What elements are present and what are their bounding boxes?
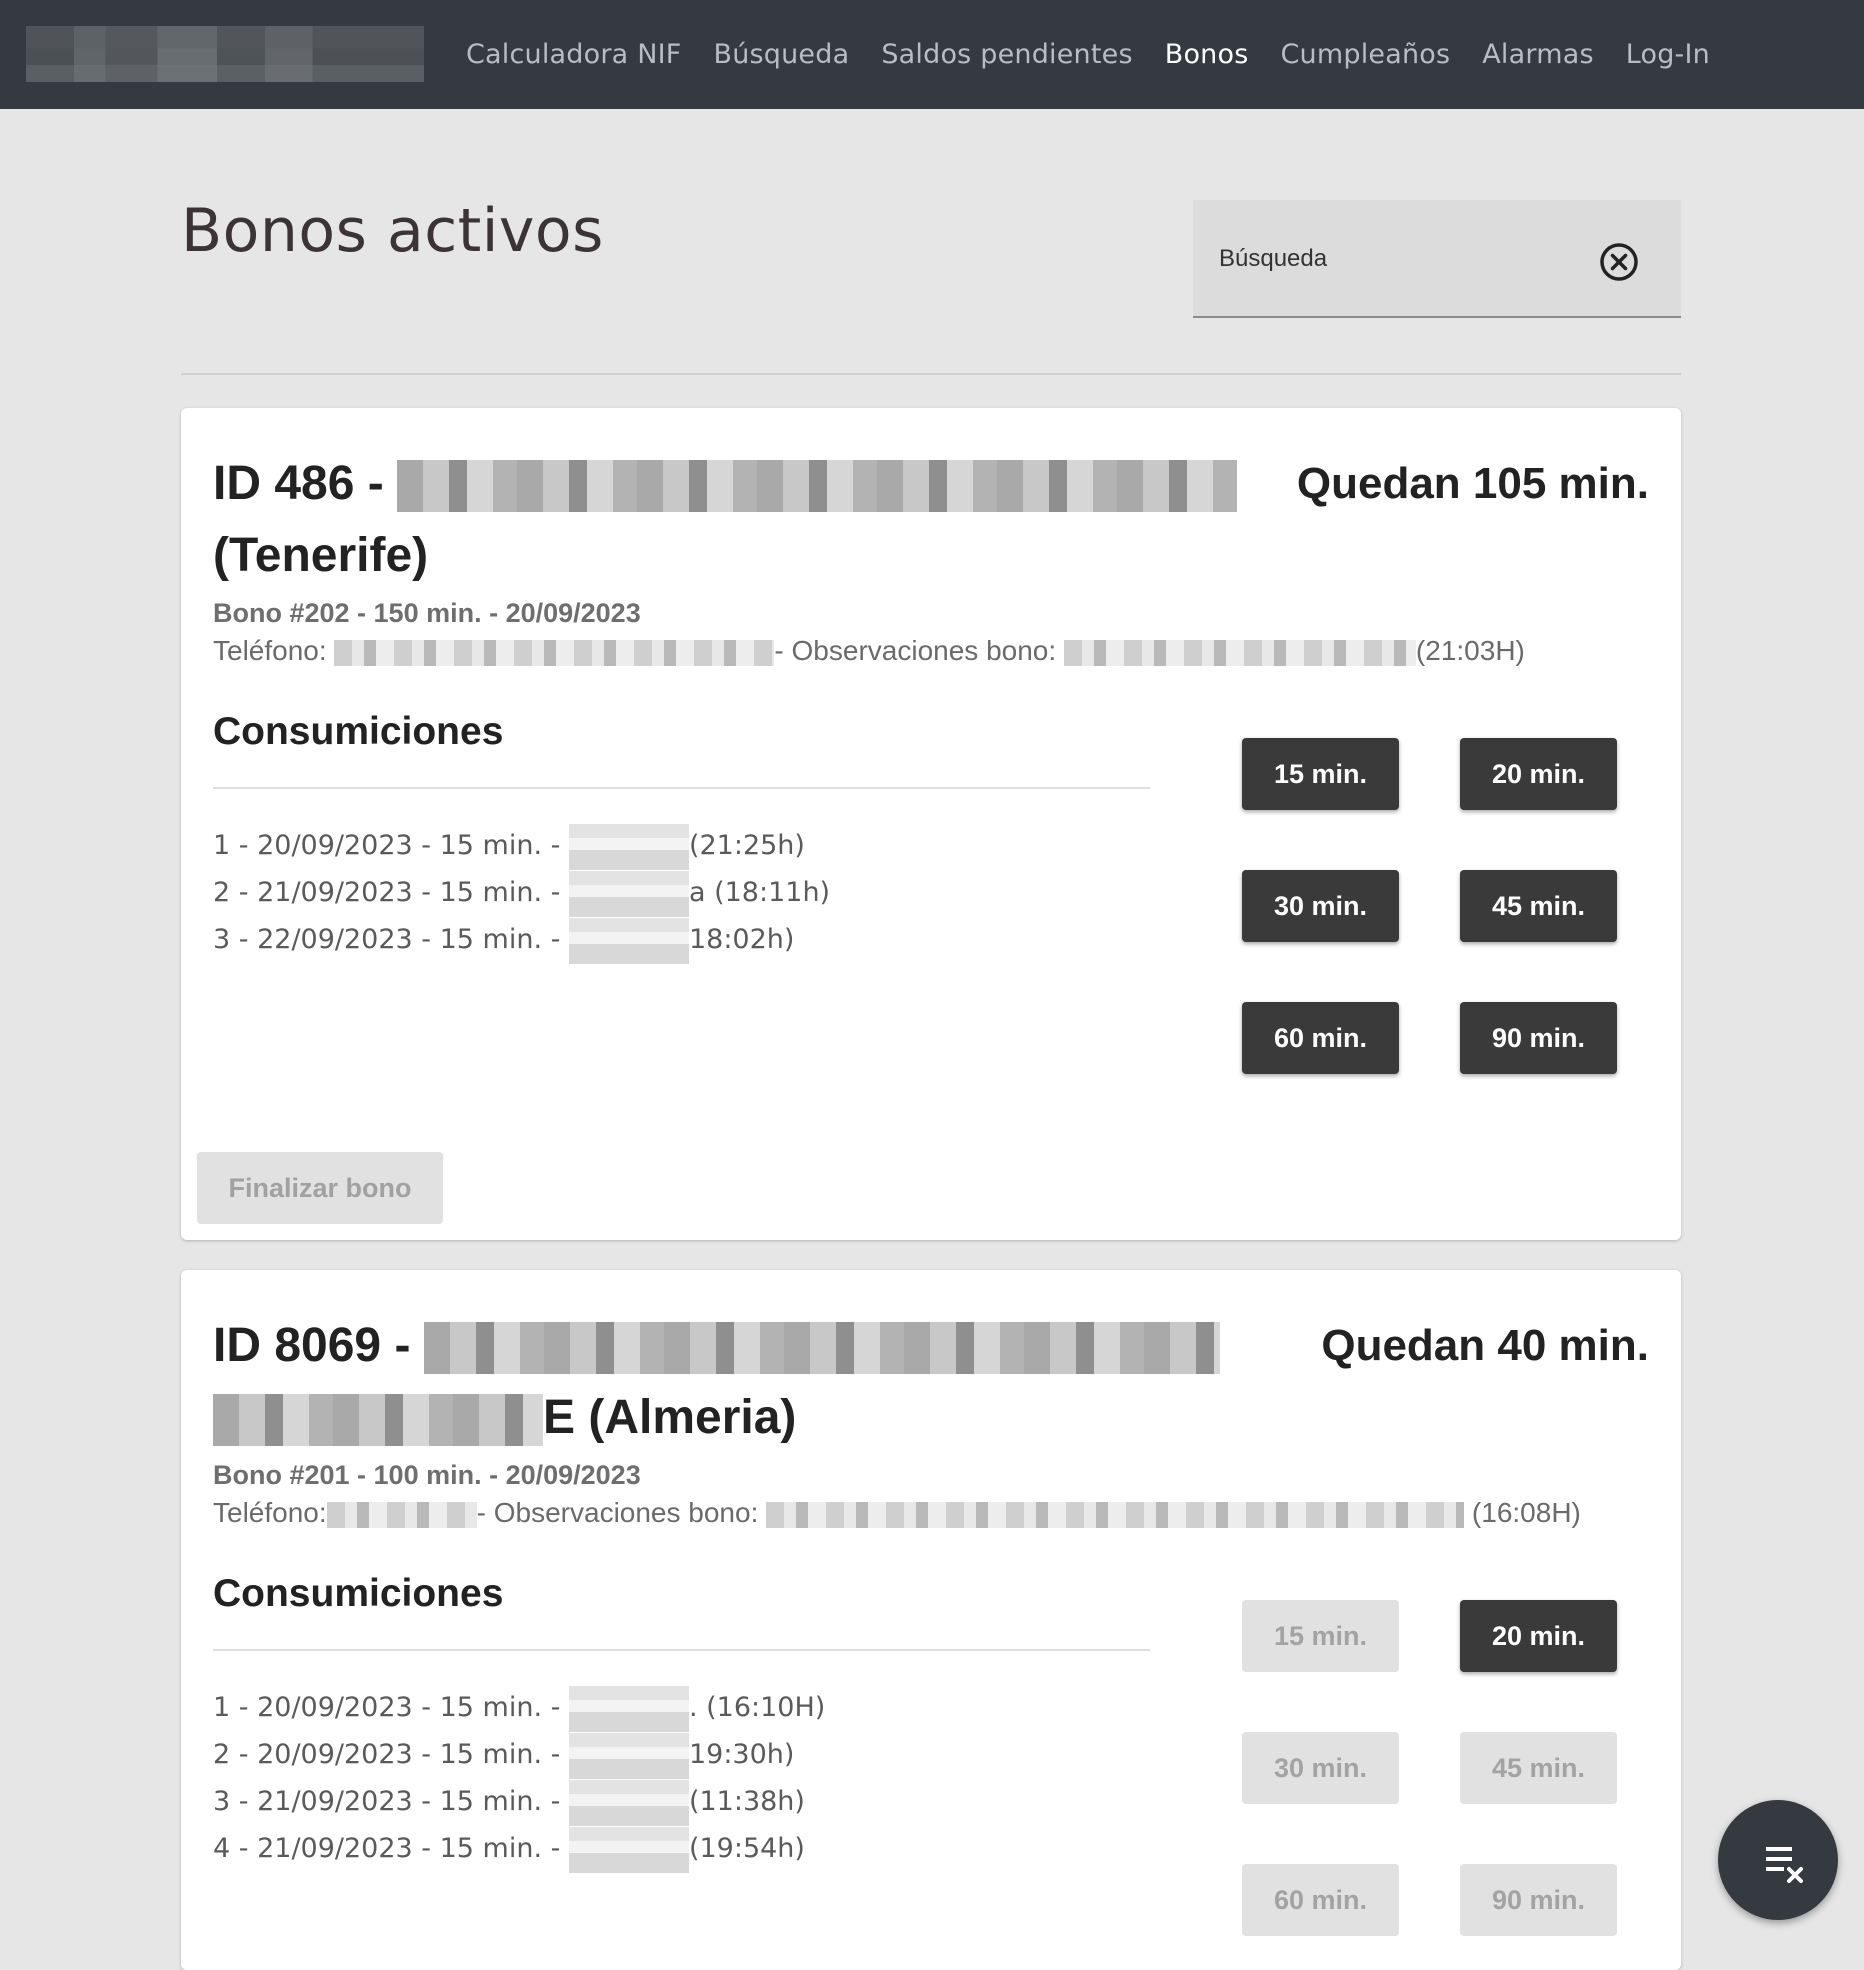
page-title: Bonos activos xyxy=(181,196,604,266)
redacted-phone xyxy=(334,639,775,666)
add-45-min-button[interactable]: 45 min. xyxy=(1460,870,1617,942)
redacted-observations xyxy=(766,1501,1465,1528)
observations-label: - Observaciones bono: xyxy=(476,1497,759,1528)
nav-item-alarmas[interactable]: Alarmas xyxy=(1482,39,1593,70)
observations-label: - Observaciones bono: xyxy=(774,635,1057,666)
phone-label: Teléfono: xyxy=(213,1497,327,1528)
consumption-item: 1 - 20/09/2023 - 15 min. - . (16:10H) xyxy=(213,1684,825,1732)
redacted-name xyxy=(397,460,1238,513)
client-id: ID 8069 - xyxy=(213,1319,411,1372)
add-60-min-button[interactable]: 60 min. xyxy=(1242,1864,1399,1936)
consumption-item: 3 - 21/09/2023 - 15 min. - (11:38h) xyxy=(213,1778,825,1826)
nav-item-cumpleanos[interactable]: Cumpleaños xyxy=(1280,39,1450,70)
remaining-minutes: Quedan 40 min. xyxy=(1321,1321,1649,1370)
consumptions-heading: Consumiciones xyxy=(213,710,504,753)
add-45-min-button[interactable]: 45 min. xyxy=(1460,1732,1617,1804)
consumption-item: 4 - 21/09/2023 - 15 min. - (19:54h) xyxy=(213,1825,825,1873)
client-location: E (Almeria) xyxy=(543,1391,797,1444)
client-id: ID 486 - xyxy=(213,457,384,510)
client-location: (Tenerife) xyxy=(213,529,429,582)
navbar: Calculadora NIF Búsqueda Saldos pendient… xyxy=(0,0,1864,109)
contact-line: Teléfono: - Observaciones bono: (21:03H) xyxy=(213,635,1653,667)
contact-line: Teléfono: - Observaciones bono: (16:08H) xyxy=(213,1497,1653,1529)
add-20-min-button[interactable]: 20 min. xyxy=(1460,1600,1617,1672)
redacted-name-continued xyxy=(213,1394,543,1447)
add-30-min-button[interactable]: 30 min. xyxy=(1242,1732,1399,1804)
add-15-min-button[interactable]: 15 min. xyxy=(1242,1600,1399,1672)
consumptions-list: 1 - 20/09/2023 - 15 min. - (21:25h) 2 - … xyxy=(213,822,830,964)
header-divider xyxy=(181,373,1681,375)
search-box xyxy=(1193,200,1681,318)
brand-logo[interactable] xyxy=(26,26,424,82)
clear-list-button[interactable] xyxy=(1718,1800,1838,1920)
redacted-phone xyxy=(326,1501,477,1528)
bono-card: ID 486 - (Tenerife) Quedan 105 min. Bono… xyxy=(181,408,1681,1240)
nav-menu: Calculadora NIF Búsqueda Saldos pendient… xyxy=(466,0,1742,109)
consumption-item: 2 - 20/09/2023 - 15 min. - 19:30h) xyxy=(213,1731,825,1779)
remaining-minutes: Quedan 105 min. xyxy=(1296,459,1649,508)
add-90-min-button[interactable]: 90 min. xyxy=(1460,1864,1617,1936)
search-input[interactable] xyxy=(1217,238,1581,280)
add-90-min-button[interactable]: 90 min. xyxy=(1460,1002,1617,1074)
add-30-min-button[interactable]: 30 min. xyxy=(1242,870,1399,942)
redacted-name xyxy=(423,1322,1220,1375)
bono-card: ID 8069 - E (Almeria) Quedan 40 min. Bon… xyxy=(181,1270,1681,1970)
consumptions-list: 1 - 20/09/2023 - 15 min. - . (16:10H) 2 … xyxy=(213,1684,825,1873)
card-title: ID 8069 - E (Almeria) xyxy=(213,1310,1253,1454)
add-60-min-button[interactable]: 60 min. xyxy=(1242,1002,1399,1074)
bono-summary: Bono #202 - 150 min. - 20/09/2023 xyxy=(213,598,641,628)
clear-list-icon xyxy=(1766,1847,1803,1883)
add-20-min-button[interactable]: 20 min. xyxy=(1460,738,1617,810)
nav-item-busqueda[interactable]: Búsqueda xyxy=(713,39,849,70)
consumptions-heading: Consumiciones xyxy=(213,1572,504,1615)
nav-item-calculadora-nif[interactable]: Calculadora NIF xyxy=(466,39,681,70)
observations-time: (21:03H) xyxy=(1415,635,1525,666)
consumptions-divider xyxy=(213,787,1150,789)
consumption-item: 1 - 20/09/2023 - 15 min. - (21:25h) xyxy=(213,822,830,870)
phone-label: Teléfono: xyxy=(213,635,327,666)
nav-item-log-in[interactable]: Log-In xyxy=(1626,39,1710,70)
close-circle-icon[interactable] xyxy=(1599,242,1639,282)
consumption-item: 2 - 21/09/2023 - 15 min. - a (18:11h) xyxy=(213,869,830,917)
consumption-item: 3 - 22/09/2023 - 15 min. - 18:02h) xyxy=(213,916,830,964)
redacted-observations xyxy=(1063,639,1416,666)
consumptions-divider xyxy=(213,1649,1150,1651)
observations-time: (16:08H) xyxy=(1471,1497,1581,1528)
card-title: ID 486 - (Tenerife) xyxy=(213,448,1253,592)
bono-summary: Bono #201 - 100 min. - 20/09/2023 xyxy=(213,1460,641,1490)
nav-item-saldos-pendientes[interactable]: Saldos pendientes xyxy=(881,39,1132,70)
finish-bono-button[interactable]: Finalizar bono xyxy=(197,1152,443,1224)
nav-item-bonos[interactable]: Bonos xyxy=(1165,39,1249,70)
add-15-min-button[interactable]: 15 min. xyxy=(1242,738,1399,810)
